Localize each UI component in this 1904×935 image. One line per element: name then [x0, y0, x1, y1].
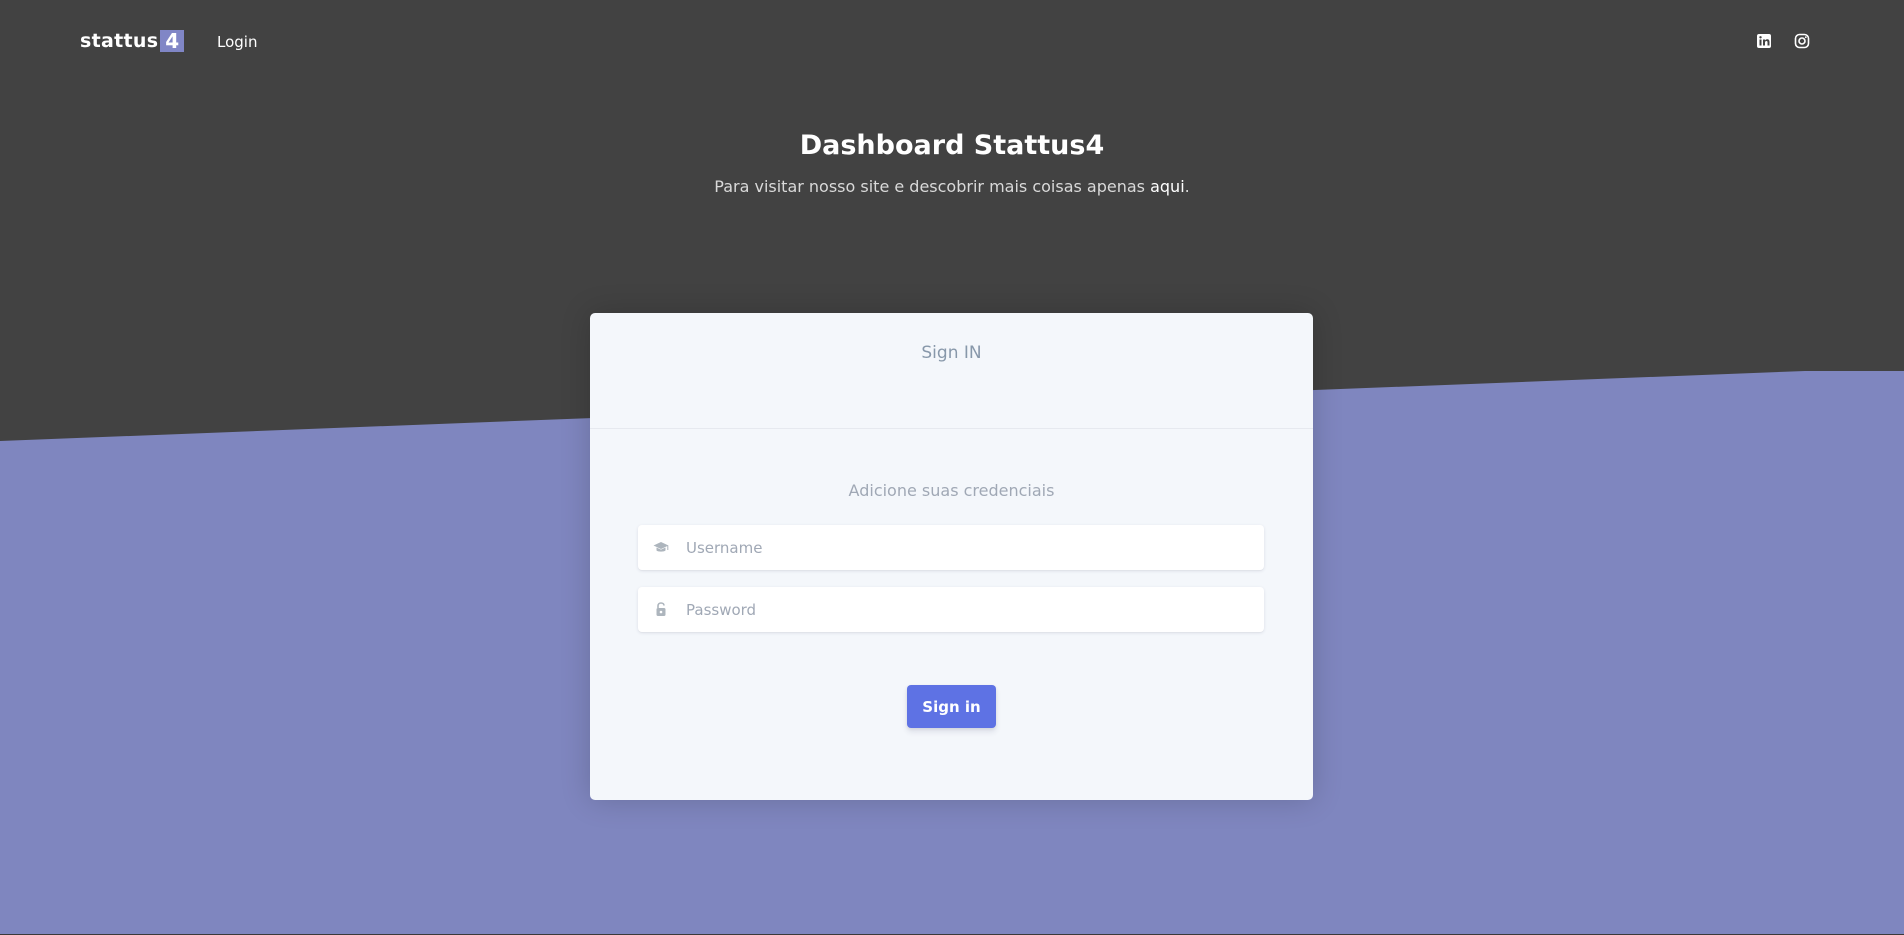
- card-header: Sign IN: [590, 313, 1313, 429]
- brand-box: 4: [160, 30, 185, 52]
- password-input[interactable]: [684, 599, 1264, 620]
- page-title: Dashboard Stattus4: [799, 130, 1105, 161]
- hero: Dashboard Stattus4 Para visitar nosso si…: [0, 128, 1904, 198]
- username-input[interactable]: [684, 537, 1264, 558]
- instagram-icon[interactable]: [1794, 33, 1810, 49]
- hero-subtitle-text: Para visitar nosso site e descobrir mais…: [714, 177, 1151, 196]
- navbar: stattus 4 Login: [0, 0, 1904, 86]
- hero-subtitle: Para visitar nosso site e descobrir mais…: [0, 176, 1904, 198]
- login-card: Sign IN Adicione suas credenciais Userna…: [590, 313, 1313, 800]
- nav-login-link[interactable]: Login: [217, 33, 257, 51]
- graduation-cap-icon: [642, 541, 680, 555]
- credentials-subtitle: Adicione suas credenciais: [848, 481, 1055, 500]
- hero-subtitle-end: .: [1184, 177, 1190, 196]
- brand-text: stattus: [80, 30, 159, 52]
- linkedin-icon[interactable]: [1756, 33, 1772, 49]
- password-field[interactable]: [638, 587, 1264, 632]
- lock-icon: [642, 602, 680, 617]
- card-header-title: Sign IN: [921, 343, 982, 363]
- brand-logo[interactable]: stattus 4: [80, 30, 185, 52]
- username-field[interactable]: [638, 525, 1264, 570]
- site-link[interactable]: aqui: [1150, 177, 1185, 196]
- sign-in-button[interactable]: Sign in: [907, 685, 996, 728]
